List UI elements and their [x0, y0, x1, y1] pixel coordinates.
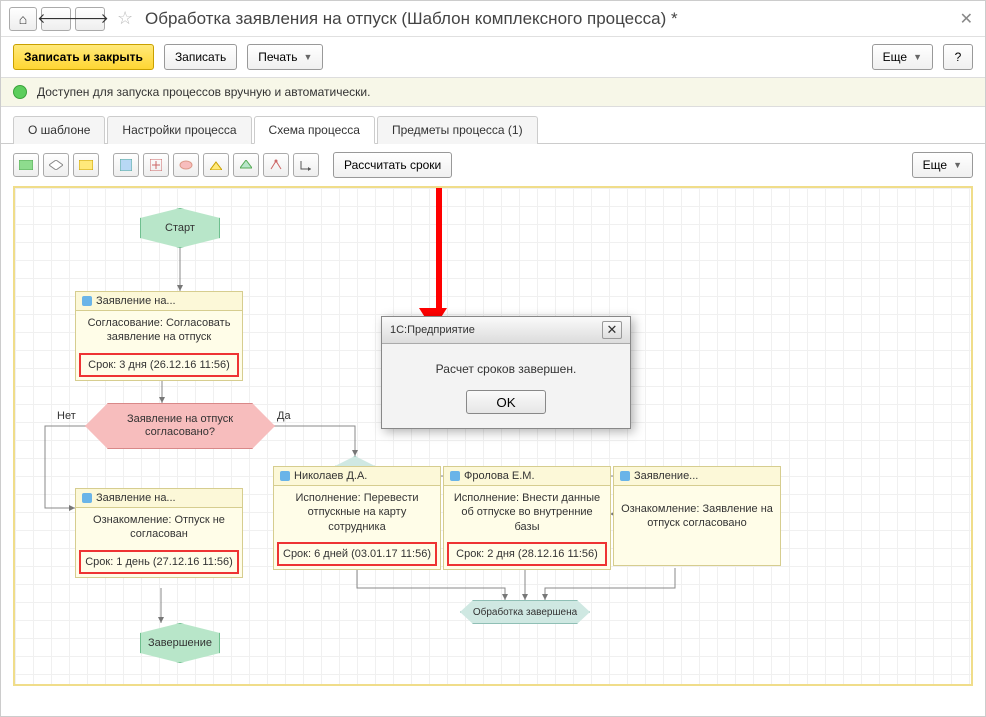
task-body: Исполнение: Внести данные об отпуске во …: [444, 486, 610, 539]
user-icon: [82, 493, 92, 503]
dialog-ok-button[interactable]: OK: [466, 390, 546, 414]
print-button[interactable]: Печать ▼: [247, 44, 323, 70]
merge-node[interactable]: Обработка завершена: [460, 600, 590, 624]
tool-shape9[interactable]: [263, 153, 289, 177]
tab-settings[interactable]: Настройки процесса: [107, 116, 251, 144]
more-label: Еще: [883, 50, 907, 64]
tab-about[interactable]: О шаблоне: [13, 116, 105, 144]
tabs: О шаблоне Настройки процесса Схема проце…: [1, 107, 985, 144]
dialog-close-button[interactable]: ✕: [602, 321, 622, 339]
task-node-approval[interactable]: Заявление на... Согласование: Согласоват…: [75, 291, 243, 381]
chevron-down-icon: ▼: [953, 160, 962, 170]
user-icon: [280, 471, 290, 481]
user-icon: [620, 471, 630, 481]
save-button[interactable]: Записать: [164, 44, 237, 70]
merge-label: Обработка завершена: [473, 607, 577, 618]
more-button[interactable]: Еще ▼: [872, 44, 933, 70]
node-end[interactable]: Завершение: [140, 623, 220, 663]
forward-button[interactable]: 🡒: [75, 7, 105, 31]
tool-shape1[interactable]: [13, 153, 39, 177]
task-node-rejected[interactable]: Заявление на... Ознакомление: Отпуск не …: [75, 488, 243, 578]
dialog: 1С:Предприятие ✕ Расчет сроков завершен.…: [381, 316, 631, 429]
end-label: Завершение: [148, 637, 212, 649]
help-button[interactable]: ?: [943, 44, 973, 70]
tool-shape8[interactable]: [233, 153, 259, 177]
task-head: Заявление на...: [96, 295, 176, 307]
close-button[interactable]: ✕: [956, 5, 977, 33]
tool-shape2[interactable]: [43, 153, 69, 177]
task-body: Ознакомление: Отпуск не согласован: [76, 508, 242, 547]
dialog-title: 1С:Предприятие: [390, 324, 475, 336]
user-icon: [82, 296, 92, 306]
scheme-toolbar: Рассчитать сроки Еще ▼: [1, 144, 985, 186]
task-body: Исполнение: Перевести отпускные на карту…: [274, 486, 440, 539]
task-body: Ознакомление: Заявление на отпуск соглас…: [614, 486, 780, 536]
command-bar: Записать и закрыть Записать Печать ▼ Еще ▼…: [1, 37, 985, 77]
decision-node[interactable]: Заявление на отпуск согласовано?: [85, 403, 275, 449]
task-head: Заявление на...: [96, 492, 176, 504]
favorite-star-icon[interactable]: ☆: [117, 8, 137, 29]
titlebar: ⌂ 🡐 🡒 ☆ Обработка заявления на отпуск (Ш…: [1, 1, 985, 37]
decision-label: Заявление на отпуск согласовано?: [106, 413, 254, 439]
status-bar: Доступен для запуска процессов вручную и…: [1, 77, 985, 107]
task-head: Заявление...: [634, 470, 698, 482]
tab-subjects[interactable]: Предметы процесса (1): [377, 116, 538, 144]
calculate-deadlines-button[interactable]: Рассчитать сроки: [333, 152, 452, 178]
toolbar-more-button[interactable]: Еще ▼: [912, 152, 973, 178]
tool-shape5[interactable]: [143, 153, 169, 177]
print-label: Печать: [258, 50, 297, 64]
task-deadline: Срок: 1 день (27.12.16 11:56): [79, 550, 239, 574]
tool-shape3[interactable]: [73, 153, 99, 177]
tool-shape6[interactable]: [173, 153, 199, 177]
tool-shape7[interactable]: [203, 153, 229, 177]
task-node-notify[interactable]: Заявление... Ознакомление: Заявление на …: [613, 466, 781, 566]
chevron-down-icon: ▼: [913, 52, 922, 62]
start-label: Старт: [165, 222, 195, 234]
save-and-close-button[interactable]: Записать и закрыть: [13, 44, 154, 70]
back-button[interactable]: 🡐: [41, 7, 71, 31]
user-icon: [450, 471, 460, 481]
home-button[interactable]: ⌂: [9, 7, 37, 31]
status-indicator-icon: [13, 85, 27, 99]
decision-no-label: Нет: [57, 410, 76, 422]
task-head: Николаев Д.А.: [294, 470, 367, 482]
status-text: Доступен для запуска процессов вручную и…: [37, 85, 370, 99]
window: ⌂ 🡐 🡒 ☆ Обработка заявления на отпуск (Ш…: [0, 0, 986, 717]
tab-scheme[interactable]: Схема процесса: [254, 116, 375, 144]
toolbar-more-label: Еще: [923, 158, 947, 172]
window-title: Обработка заявления на отпуск (Шаблон ко…: [145, 9, 678, 29]
task-node-hr[interactable]: Фролова Е.М. Исполнение: Внести данные о…: [443, 466, 611, 570]
tool-connector[interactable]: [293, 153, 319, 177]
dialog-body: Расчет сроков завершен. OK: [382, 344, 630, 428]
task-deadline: Срок: 2 дня (28.12.16 11:56): [447, 542, 607, 566]
tool-shape4[interactable]: [113, 153, 139, 177]
task-head: Фролова Е.М.: [464, 470, 535, 482]
task-deadline: Срок: 3 дня (26.12.16 11:56): [79, 353, 239, 377]
chevron-down-icon: ▼: [304, 52, 313, 62]
dialog-titlebar: 1С:Предприятие ✕: [382, 317, 630, 344]
node-start[interactable]: Старт: [140, 208, 220, 248]
dialog-message: Расчет сроков завершен.: [396, 362, 616, 376]
process-canvas[interactable]: Старт Заявление на... Согласование: Согл…: [13, 186, 973, 686]
task-node-payroll[interactable]: Николаев Д.А. Исполнение: Перевести отпу…: [273, 466, 441, 570]
task-deadline: Срок: 6 дней (03.01.17 11:56): [277, 542, 437, 566]
decision-yes-label: Да: [277, 410, 291, 422]
annotation-arrow: [430, 188, 447, 330]
task-body: Согласование: Согласовать заявление на о…: [76, 311, 242, 350]
